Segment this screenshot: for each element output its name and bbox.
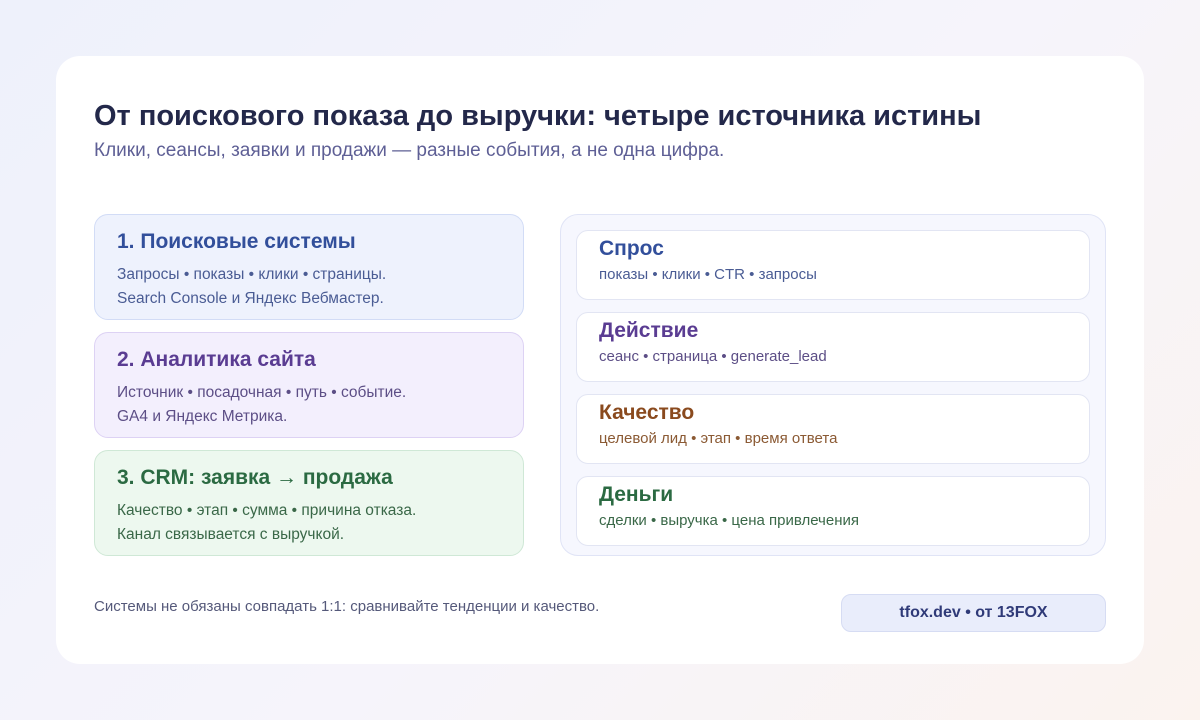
page-title: От поискового показа до выручки: четыре … [94, 100, 982, 132]
source-card-analytics: 2. Аналитика сайта Источник • посадочная… [94, 332, 524, 438]
source-card-search: 1. Поисковые системы Запросы • показы • … [94, 214, 524, 320]
metric-title: Спрос [599, 237, 664, 260]
metric-title: Деньги [599, 483, 674, 506]
source-description: Запросы • показы • клики • страницы. [117, 266, 387, 283]
metric-card-demand: Спрос показы • клики • CTR • запросы [576, 230, 1090, 300]
metric-title: Качество [599, 401, 695, 424]
metric-title: Действие [599, 319, 699, 342]
page-subtitle: Клики, сеансы, заявки и продажи — разные… [94, 140, 725, 161]
source-tools: GA4 и Яндекс Метрика. [117, 408, 288, 425]
metric-card-action: Действие сеанс • страница • generate_lea… [576, 312, 1090, 382]
source-description: Источник • посадочная • путь • событие. [117, 384, 407, 401]
source-title: 1. Поисковые системы [117, 230, 356, 253]
source-title: 3. CRM: заявка → продажа [117, 466, 393, 489]
source-card-crm: 3. CRM: заявка → продажа Качество • этап… [94, 450, 524, 556]
metric-card-quality: Качество целевой лид • этап • время отве… [576, 394, 1090, 464]
metric-subtitle: сеанс • страница • generate_lead [599, 348, 827, 365]
footnote: Системы не обязаны совпадать 1:1: сравни… [94, 598, 600, 615]
metric-subtitle: сделки • выручка • цена привлечения [599, 512, 860, 529]
metric-card-money: Деньги сделки • выручка • цена привлечен… [576, 476, 1090, 546]
main-card: От поискового показа до выручки: четыре … [56, 56, 1144, 664]
source-tools: Канал связывается с выручкой. [117, 526, 345, 543]
brand-badge: tfox.dev • от 13FOX [841, 594, 1106, 632]
source-tools: Search Console и Яндекс Вебмастер. [117, 290, 384, 307]
source-title: 2. Аналитика сайта [117, 348, 316, 371]
metric-subtitle: целевой лид • этап • время ответа [599, 430, 838, 447]
metric-subtitle: показы • клики • CTR • запросы [599, 266, 817, 283]
source-description: Качество • этап • сумма • причина отказа… [117, 502, 417, 519]
metrics-panel: Спрос показы • клики • CTR • запросы Дей… [560, 214, 1106, 556]
